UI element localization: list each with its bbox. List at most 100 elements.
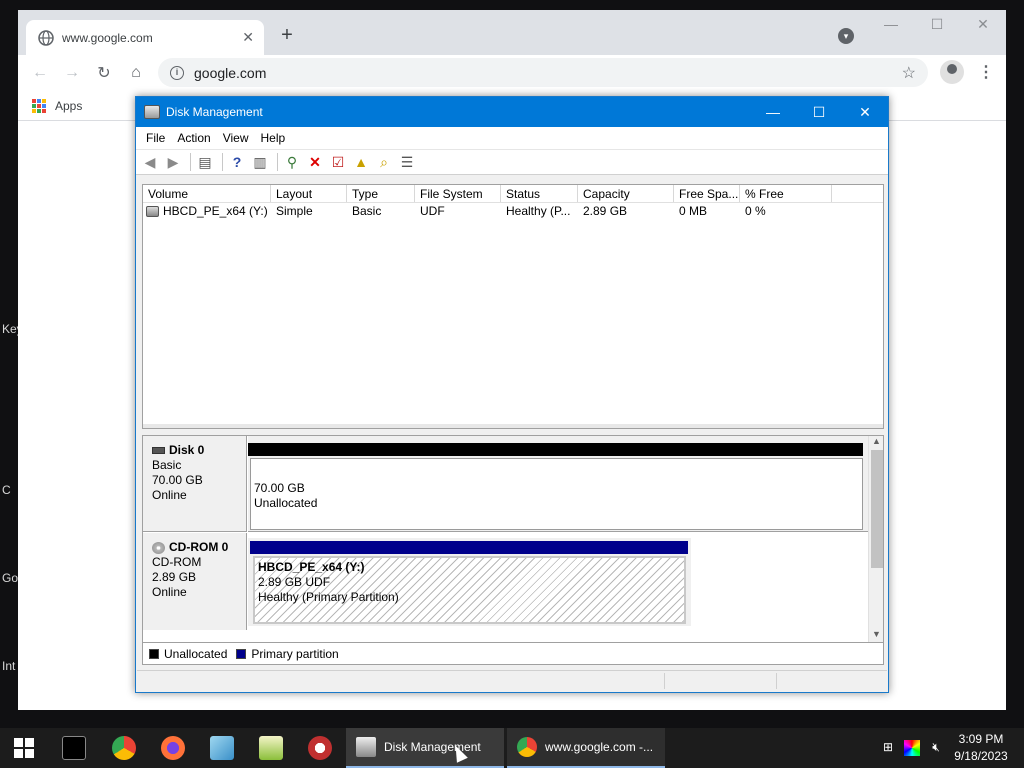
horizontal-scrollbar[interactable] [143,424,883,428]
column-header-percent-free[interactable]: % Free [740,185,832,202]
menu-help[interactable]: Help [255,131,292,145]
task-manager-icon[interactable] [259,736,283,760]
color-icon[interactable] [904,740,920,756]
desktop-icon-label: Int [2,659,16,673]
column-header-type[interactable]: Type [347,185,415,202]
column-header-layout[interactable]: Layout [271,185,347,202]
status-bar [137,670,887,690]
menu-file[interactable]: File [140,131,171,145]
forward-arrow-icon[interactable]: → [60,61,84,85]
type-cell: Basic [352,204,382,218]
toolbar: ◀ ▶ ▤ ? ▥ ⚲ ✕ ☑ ▲ ⌕ ☰ [136,149,888,175]
scrollbar-thumb[interactable] [871,450,883,568]
close-tab-icon[interactable]: ✕ [242,29,254,46]
show-hide-console-tree-icon[interactable]: ▤ [195,152,215,172]
notepad-icon[interactable] [210,736,234,760]
partition-label: Unallocated [254,496,318,510]
partition-status: Healthy (Primary Partition) [258,590,399,604]
primary-partition[interactable]: HBCD_PE_x64 (Y:) 2.89 GB UDF Healthy (Pr… [248,538,691,626]
taskbar-chrome[interactable]: www.google.com -... [507,728,665,768]
taskbar-disk-management[interactable]: Disk Management [346,728,504,768]
forward-arrow-icon[interactable]: ▶ [163,152,183,172]
back-arrow-icon[interactable]: ← [28,61,52,85]
legend-unallocated: Unallocated [164,646,228,661]
new-tab-button[interactable]: + [276,24,298,47]
disk-size: 2.89 GB [152,570,197,584]
minimize-button[interactable]: — [876,16,906,32]
check-icon[interactable]: ☑ [328,152,348,172]
command-prompt-icon[interactable] [62,736,86,760]
disk-name: Disk 0 [169,443,205,457]
menu-kebab-icon[interactable]: ⋮ [978,62,994,82]
disk-state: Online [152,585,187,599]
search-folder-icon[interactable]: ⌕ [374,152,394,172]
unallocated-partition[interactable]: 70.00 GB Unallocated [248,443,863,531]
title-bar[interactable]: Disk Management — ☐ ✕ [136,97,888,127]
windows-logo-icon [14,738,34,758]
info-icon[interactable]: i [170,65,184,80]
connect-icon[interactable]: ⚲ [282,152,302,172]
chrome-toolbar: ← → ↻ ⌂ i google.com ☆ ⋮ [18,55,1006,91]
properties-icon[interactable]: ☰ [397,152,417,172]
chrome-tab-bar: www.google.com ✕ + ▾ — ☐ ✕ [18,10,1006,55]
maximize-button[interactable]: ☐ [796,97,842,127]
partition-size: 70.00 GB [254,481,305,495]
close-button[interactable]: ✕ [842,97,888,127]
desktop-icon-label: Go [2,571,19,585]
menu-view[interactable]: View [217,131,255,145]
column-header-volume[interactable]: Volume [143,185,271,202]
system-clock[interactable]: 3:09 PM 9/18/2023 [948,731,1014,765]
table-row[interactable]: HBCD_PE_x64 (Y:) Simple Basic UDF Health… [143,203,883,220]
hard-disk-icon [152,447,165,454]
scroll-up-icon[interactable]: ▲ [872,436,881,446]
column-header-status[interactable]: Status [501,185,578,202]
firefox-icon[interactable] [161,736,185,760]
disk-management-icon [144,105,160,119]
menu-action[interactable]: Action [171,131,216,145]
scroll-down-icon[interactable]: ▼ [872,629,881,639]
help-icon[interactable]: ? [227,152,247,172]
star-icon[interactable]: ☆ [902,63,916,83]
network-icon[interactable]: ⊞ [880,740,896,756]
start-button[interactable] [0,728,48,768]
unallocated-bar [248,443,863,456]
disk-management-icon [356,737,376,757]
address-bar[interactable]: i google.com ☆ [158,58,928,87]
chrome-icon [517,737,537,757]
taskbar: Disk Management www.google.com -... ⊞ 🔇︎… [0,728,1024,768]
file-system-cell: UDF [420,204,445,218]
globe-icon [38,29,54,46]
profile-avatar[interactable] [940,60,964,84]
desktop-icon-label: C [2,483,11,497]
chrome-icon[interactable] [112,736,136,760]
column-header-file-system[interactable]: File System [415,185,501,202]
column-header-capacity[interactable]: Capacity [578,185,674,202]
home-icon[interactable]: ⌂ [124,61,148,85]
menu-bar: File Action View Help [136,127,888,149]
column-header-free-space[interactable]: Free Spa... [674,185,740,202]
utility-icon[interactable] [308,736,332,760]
delete-icon[interactable]: ✕ [305,152,325,172]
apps-link[interactable]: Apps [55,99,82,113]
tab-title: www.google.com [62,30,153,45]
back-arrow-icon[interactable]: ◀ [140,152,160,172]
folder-up-icon[interactable]: ▲ [351,152,371,172]
vertical-scrollbar[interactable]: ▲ ▼ [868,436,883,642]
url-text: google.com [194,64,267,81]
disk-0-info[interactable]: Disk 0 Basic 70.00 GB Online [143,436,247,532]
status-cell: Healthy (P... [506,204,571,218]
unallocated-swatch [149,648,159,659]
show-action-pane-icon[interactable]: ▥ [250,152,270,172]
partition-size: 2.89 GB UDF [258,575,331,589]
minimize-button[interactable]: — [750,97,796,127]
tab-search-icon[interactable]: ▾ [838,28,854,44]
capacity-cell: 2.89 GB [583,204,628,218]
apps-grid-icon[interactable] [32,98,46,113]
browser-tab[interactable]: www.google.com ✕ [26,20,264,55]
close-button[interactable]: ✕ [968,16,998,33]
reload-icon[interactable]: ↻ [92,61,116,85]
volume-muted-icon[interactable]: 🔇︎ [928,740,944,756]
maximize-button[interactable]: ☐ [922,16,952,33]
cdrom-0-info[interactable]: CD-ROM 0 CD-ROM 2.89 GB Online [143,533,247,630]
percent-free-cell: 0 % [745,204,766,218]
